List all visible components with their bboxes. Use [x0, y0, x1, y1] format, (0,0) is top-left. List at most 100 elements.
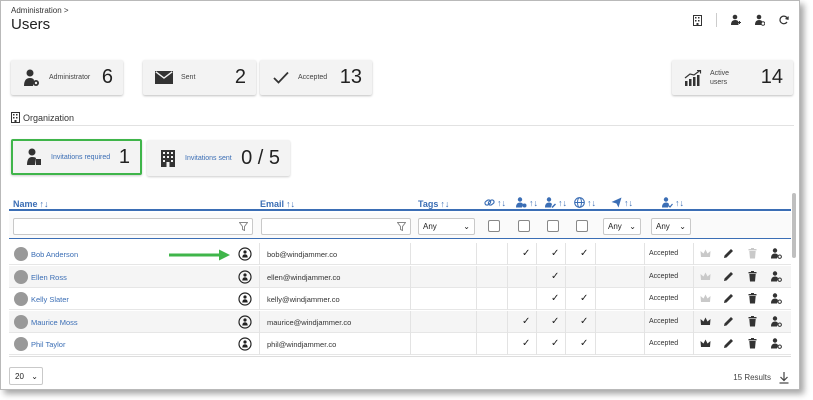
user-settings-icon[interactable] — [771, 338, 782, 349]
user-name-link[interactable]: Ellen Ross — [31, 273, 67, 282]
users-window: Administration > Users Administrator 6 S… — [0, 0, 800, 390]
user-settings-icon[interactable] — [771, 248, 782, 259]
editor-filter-checkbox[interactable] — [547, 220, 559, 232]
building-icon[interactable] — [692, 14, 702, 26]
crown-icon[interactable] — [700, 248, 711, 259]
trash-icon[interactable] — [747, 248, 758, 259]
avatar — [14, 247, 28, 261]
admin-filter-checkbox[interactable] — [518, 220, 530, 232]
download-icon[interactable] — [779, 371, 789, 384]
status-sort-icon[interactable]: ↑↓ — [675, 198, 684, 208]
column-header-status[interactable]: ↑↓ — [662, 197, 684, 208]
refresh-icon[interactable] — [779, 14, 789, 26]
permission-check: ✓ — [551, 270, 560, 282]
user-settings-icon[interactable] — [771, 270, 782, 282]
chevron-down-icon: ⌄ — [629, 222, 636, 231]
global-sort-icon[interactable]: ↑↓ — [587, 198, 596, 208]
cell-divider — [507, 288, 508, 310]
email-filter-input[interactable] — [261, 218, 411, 235]
cell-divider — [595, 310, 596, 333]
breadcrumb-administration[interactable]: Administration — [11, 6, 62, 15]
accepted-stat-card[interactable]: Accepted 13 — [260, 60, 372, 95]
table-row[interactable]: Kelly Slater kelly@windjammer.co ✓ ✓ Accepte… — [9, 288, 791, 310]
active-users-stat-card[interactable]: Active users 14 — [672, 60, 793, 95]
avatar — [14, 314, 28, 329]
user-settings-icon[interactable] — [771, 293, 782, 304]
chevron-down-icon: ⌄ — [679, 222, 686, 231]
page-size-select[interactable]: 20 ⌄ — [9, 367, 43, 385]
add-user-icon[interactable] — [731, 14, 741, 26]
column-header-email[interactable]: Email ↑↓ — [260, 199, 295, 209]
tags-sort-icon[interactable]: ↑↓ — [440, 199, 449, 209]
table-row[interactable]: Ellen Ross ellen@windjammer.co ✓ Accepted — [9, 265, 791, 288]
column-header-global[interactable]: ↑↓ — [574, 197, 596, 208]
reinvite-icon[interactable] — [238, 269, 252, 284]
permission-check: ✓ — [522, 338, 531, 349]
cell-divider — [565, 310, 566, 333]
name-sort-icon[interactable]: ↑↓ — [40, 199, 49, 209]
reinvite-icon[interactable] — [238, 247, 252, 261]
trash-icon[interactable] — [747, 270, 758, 282]
cell-divider — [693, 288, 694, 310]
table-row[interactable]: Phil Taylor phil@windjammer.co ✓ ✓ ✓ Accepted — [9, 333, 791, 355]
trash-icon[interactable] — [747, 293, 758, 304]
reinvite-icon[interactable] — [238, 314, 252, 329]
column-header-linked[interactable]: ↑↓ — [484, 197, 506, 208]
vertical-scrollbar[interactable] — [792, 193, 796, 258]
send-filter-select[interactable]: Any ⌄ — [603, 218, 641, 235]
table-row[interactable]: Bob Anderson bob@windjammer.co ✓ ✓ ✓ Accepted — [9, 243, 791, 265]
edit-pencil-icon[interactable] — [723, 316, 734, 327]
administrator-label: Administrator — [49, 74, 91, 81]
column-header-admin[interactable]: ↑↓ — [516, 197, 538, 208]
crown-icon[interactable] — [700, 293, 711, 304]
edit-pencil-icon[interactable] — [723, 248, 734, 259]
column-header-tags[interactable]: Tags ↑↓ — [418, 199, 449, 209]
reinvite-icon[interactable] — [238, 337, 252, 351]
column-header-send[interactable]: ↑↓ — [611, 197, 633, 208]
cell-divider — [693, 333, 694, 355]
user-settings-icon[interactable] — [755, 14, 765, 26]
user-name-link[interactable]: Maurice Moss — [31, 318, 78, 327]
invitations-sent-card[interactable]: Invitations sent 0 / 5 — [147, 140, 290, 176]
user-name-link[interactable]: Kelly Slater — [31, 295, 69, 304]
name-filter-input[interactable] — [13, 218, 253, 235]
edit-pencil-icon[interactable] — [723, 293, 734, 304]
linked-filter-checkbox[interactable] — [488, 220, 500, 232]
send-sort-icon[interactable]: ↑↓ — [624, 198, 633, 208]
filter-row: Any ⌄ Any ⌄ Any ⌄ — [9, 213, 791, 239]
user-name-link[interactable]: Phil Taylor — [31, 340, 65, 349]
crown-icon[interactable] — [700, 316, 711, 327]
cell-divider — [536, 243, 537, 265]
reinvite-icon[interactable] — [238, 292, 252, 306]
linked-sort-icon[interactable]: ↑↓ — [497, 198, 506, 208]
crown-icon[interactable] — [700, 338, 711, 349]
user-settings-icon[interactable] — [771, 315, 782, 327]
sent-count: 2 — [234, 66, 246, 88]
status-filter-select[interactable]: Any ⌄ — [651, 218, 691, 235]
email-sort-icon[interactable]: ↑↓ — [286, 199, 295, 209]
sent-stat-card[interactable]: Sent 2 — [143, 60, 256, 95]
global-filter-checkbox[interactable] — [576, 220, 588, 232]
table-row[interactable]: Maurice Moss maurice@windjammer.co ✓ ✓ ✓ Acce… — [9, 310, 791, 333]
admin-sort-icon[interactable]: ↑↓ — [529, 198, 538, 208]
cell-divider — [507, 310, 508, 333]
tags-filter-select[interactable]: Any ⌄ — [418, 218, 475, 235]
funnel-icon[interactable] — [397, 222, 406, 231]
column-header-editor[interactable]: ↑↓ — [545, 197, 567, 208]
column-header-name[interactable]: Name ↑↓ — [13, 199, 49, 209]
invitations-required-card[interactable]: Invitations required 1 — [11, 139, 142, 175]
trash-icon[interactable] — [747, 315, 758, 327]
invitations-required-label: Invitations required — [51, 153, 111, 161]
administrator-stat-card[interactable]: Administrator 6 — [11, 60, 123, 95]
editor-sort-icon[interactable]: ↑↓ — [558, 198, 567, 208]
cell-divider — [595, 288, 596, 310]
breadcrumb[interactable]: Administration > — [11, 6, 69, 15]
edit-pencil-icon[interactable] — [723, 271, 734, 282]
funnel-icon[interactable] — [239, 222, 248, 231]
user-name-link[interactable]: Bob Anderson — [31, 250, 78, 259]
cell-divider — [259, 333, 260, 355]
edit-pencil-icon[interactable] — [723, 338, 734, 349]
trash-icon[interactable] — [747, 338, 758, 349]
crown-icon[interactable] — [700, 271, 711, 282]
toolbar-divider — [716, 13, 717, 27]
